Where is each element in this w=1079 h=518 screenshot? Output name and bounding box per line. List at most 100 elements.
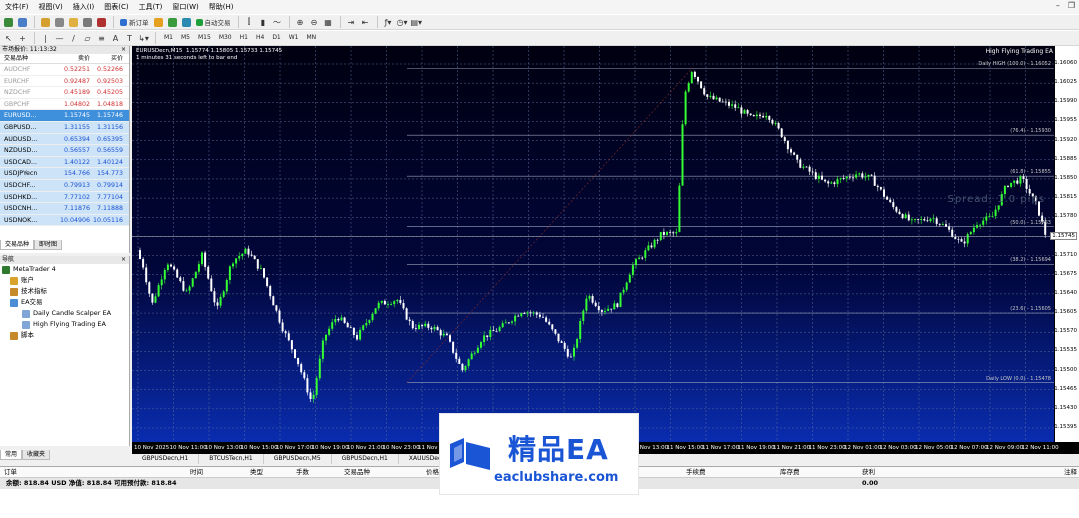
chart-tab[interactable]: GBPUSDecn,H1 — [132, 454, 200, 464]
market-watch-row[interactable]: GBPCHF 1.04802 1.04818 — [0, 99, 129, 111]
chart-tab[interactable]: GBPUSDecn,M5 — [264, 454, 332, 464]
restore-icon[interactable]: ❐ — [1068, 1, 1075, 10]
menu-file[interactable]: 文件(F) — [0, 0, 34, 14]
crosshair-icon[interactable]: + — [16, 32, 29, 45]
text-icon[interactable]: A — [109, 32, 122, 45]
terminal-column-header[interactable]: 交易品种 — [344, 467, 370, 478]
close-icon[interactable]: × — [121, 256, 126, 264]
menu-insert[interactable]: 插入(I) — [68, 0, 100, 14]
terminal-column-header[interactable]: 价格 — [426, 467, 439, 478]
chart-tab[interactable]: GBPUSDecn,H1 — [332, 454, 399, 464]
profiles-icon[interactable] — [16, 16, 29, 29]
terminal-column-header[interactable]: 获利 — [862, 467, 875, 478]
menu-charts[interactable]: 图表(C) — [99, 0, 133, 14]
menu-window[interactable]: 窗口(W) — [167, 0, 203, 14]
candle-body — [687, 83, 690, 92]
tile-windows-icon[interactable]: ▦ — [322, 16, 335, 29]
terminal-column-header[interactable]: 类型 — [250, 467, 263, 478]
horizontal-line-icon[interactable]: — — [53, 32, 66, 45]
tf-m5[interactable]: M5 — [177, 32, 194, 44]
market-watch-row[interactable]: USDNOK... 10.04906 10.05116 — [0, 214, 129, 227]
close-icon[interactable]: × — [121, 46, 126, 54]
price-axis[interactable]: 1.16060 1.16025 1.15990 1.15955 1.15920 1.158… — [1050, 46, 1079, 442]
menu-view[interactable]: 视图(V) — [34, 0, 68, 14]
tf-h1[interactable]: H1 — [236, 32, 252, 44]
tf-d1[interactable]: D1 — [268, 32, 284, 44]
terminal-column-header[interactable]: 时间 — [190, 467, 203, 478]
header-ask[interactable]: 买价 — [92, 54, 127, 63]
bar-chart-icon[interactable]: ⫿ — [243, 16, 256, 29]
line-chart-icon[interactable]: 〜 — [271, 16, 284, 29]
auto-scroll-icon[interactable]: ⇥ — [345, 16, 358, 29]
price-chart — [132, 46, 1054, 442]
market-watch-row[interactable]: USDCNH... 7.11876 7.11888 — [0, 203, 129, 215]
navigator-icon[interactable] — [67, 16, 80, 29]
market-watch-row[interactable]: EURCHF 0.92487 0.92503 — [0, 76, 129, 88]
vertical-line-icon[interactable]: | — [39, 32, 52, 45]
nav-item-accounts[interactable]: 账户 — [0, 275, 129, 286]
tf-mn[interactable]: MN — [303, 32, 321, 44]
label-icon[interactable]: T — [123, 32, 136, 45]
market-watch-row[interactable]: USDJPYecn 154.766 154.773 — [0, 168, 129, 180]
tf-w1[interactable]: W1 — [285, 32, 303, 44]
market-watch-row[interactable]: AUDCHF 0.52251 0.52266 — [0, 64, 129, 76]
tf-h4[interactable]: H4 — [252, 32, 268, 44]
auto-trading-button[interactable]: 自动交易 — [194, 16, 233, 29]
indicators-icon[interactable]: ƒ▾ — [382, 16, 395, 29]
periods-icon[interactable]: ◷▾ — [396, 16, 409, 29]
header-symbol[interactable]: 交易品种 — [0, 54, 57, 63]
zoom-out-icon[interactable]: ⊖ — [308, 16, 321, 29]
terminal-column-header[interactable]: 手数 — [296, 467, 309, 478]
tf-m30[interactable]: M30 — [215, 32, 236, 44]
terminal-column-header[interactable]: 订单 — [4, 467, 17, 478]
nav-item-indicators[interactable]: 技术指标 — [0, 286, 129, 297]
trendline-icon[interactable]: / — [67, 32, 80, 45]
fibo-icon[interactable]: ≡ — [95, 32, 108, 45]
tf-m1[interactable]: M1 — [160, 32, 177, 44]
nav-item-ea-1[interactable]: Daily Candle Scalper EA — [0, 308, 129, 319]
tab-favorites[interactable]: 收藏夹 — [22, 450, 51, 460]
candlestick-icon[interactable]: ▮ — [257, 16, 270, 29]
market-watch-row[interactable]: AUDUSD... 0.65394 0.65395 — [0, 133, 129, 146]
shapes-icon[interactable]: ↳▾ — [137, 32, 150, 45]
menu-tools[interactable]: 工具(T) — [134, 0, 168, 14]
tab-tick-chart[interactable]: 即时图 — [34, 240, 63, 250]
chart-window[interactable]: EURUSDecn,M15 1.15774 1.15805 1.15733 1.… — [132, 46, 1079, 454]
new-chart-icon[interactable] — [2, 16, 15, 29]
candle-body — [228, 266, 231, 281]
market-watch-row[interactable]: GBPUSD... 1.31155 1.31156 — [0, 121, 129, 134]
signals-icon[interactable] — [180, 16, 193, 29]
channel-icon[interactable]: ▱ — [81, 32, 94, 45]
tab-symbols[interactable]: 交易品种 — [0, 240, 35, 250]
market-watch-row[interactable]: USDHKD... 7.77102 7.77104 — [0, 191, 129, 204]
market-watch-row[interactable]: USDCAD... 1.40122 1.40124 — [0, 156, 129, 169]
market-watch-icon[interactable] — [39, 16, 52, 29]
zoom-in-icon[interactable]: ⊕ — [294, 16, 307, 29]
header-bid[interactable]: 卖价 — [57, 54, 92, 63]
terminal-column-header[interactable]: 手续费 — [686, 467, 706, 478]
metaeditor-icon[interactable] — [152, 16, 165, 29]
terminal-icon[interactable] — [81, 16, 94, 29]
nav-item-metatrader[interactable]: MetaTrader 4 — [0, 264, 129, 275]
market-watch-row[interactable]: EURUSD... 1.15745 1.15746 — [0, 110, 129, 122]
tf-m15[interactable]: M15 — [194, 32, 215, 44]
nav-item-experts[interactable]: EA交易 — [0, 297, 129, 308]
market-watch-row[interactable]: NZDUSD... 0.56557 0.56559 — [0, 145, 129, 157]
chart-shift-icon[interactable]: ⇤ — [359, 16, 372, 29]
chart-tab[interactable]: BTCUSTecn,H1 — [199, 454, 264, 464]
minimize-icon[interactable]: – — [1056, 1, 1060, 10]
nav-item-ea-2[interactable]: High Flying Trading EA — [0, 319, 129, 330]
terminal-column-header[interactable]: 注释 — [1064, 467, 1077, 478]
new-order-button[interactable]: 新订单 — [118, 16, 151, 29]
options-icon[interactable] — [166, 16, 179, 29]
menu-help[interactable]: 帮助(H) — [204, 0, 239, 14]
cursor-icon[interactable]: ↖ — [2, 32, 15, 45]
data-window-icon[interactable] — [53, 16, 66, 29]
tab-common[interactable]: 常用 — [0, 450, 23, 460]
market-watch-row[interactable]: NZDCHF 0.45189 0.45205 — [0, 87, 129, 99]
nav-item-scripts[interactable]: 脚本 — [0, 330, 129, 341]
terminal-column-header[interactable]: 库存费 — [780, 467, 800, 478]
templates-icon[interactable]: ▤▾ — [410, 16, 424, 29]
tester-icon[interactable] — [95, 16, 108, 29]
market-watch-row[interactable]: USDCHF... 0.79913 0.79914 — [0, 179, 129, 192]
